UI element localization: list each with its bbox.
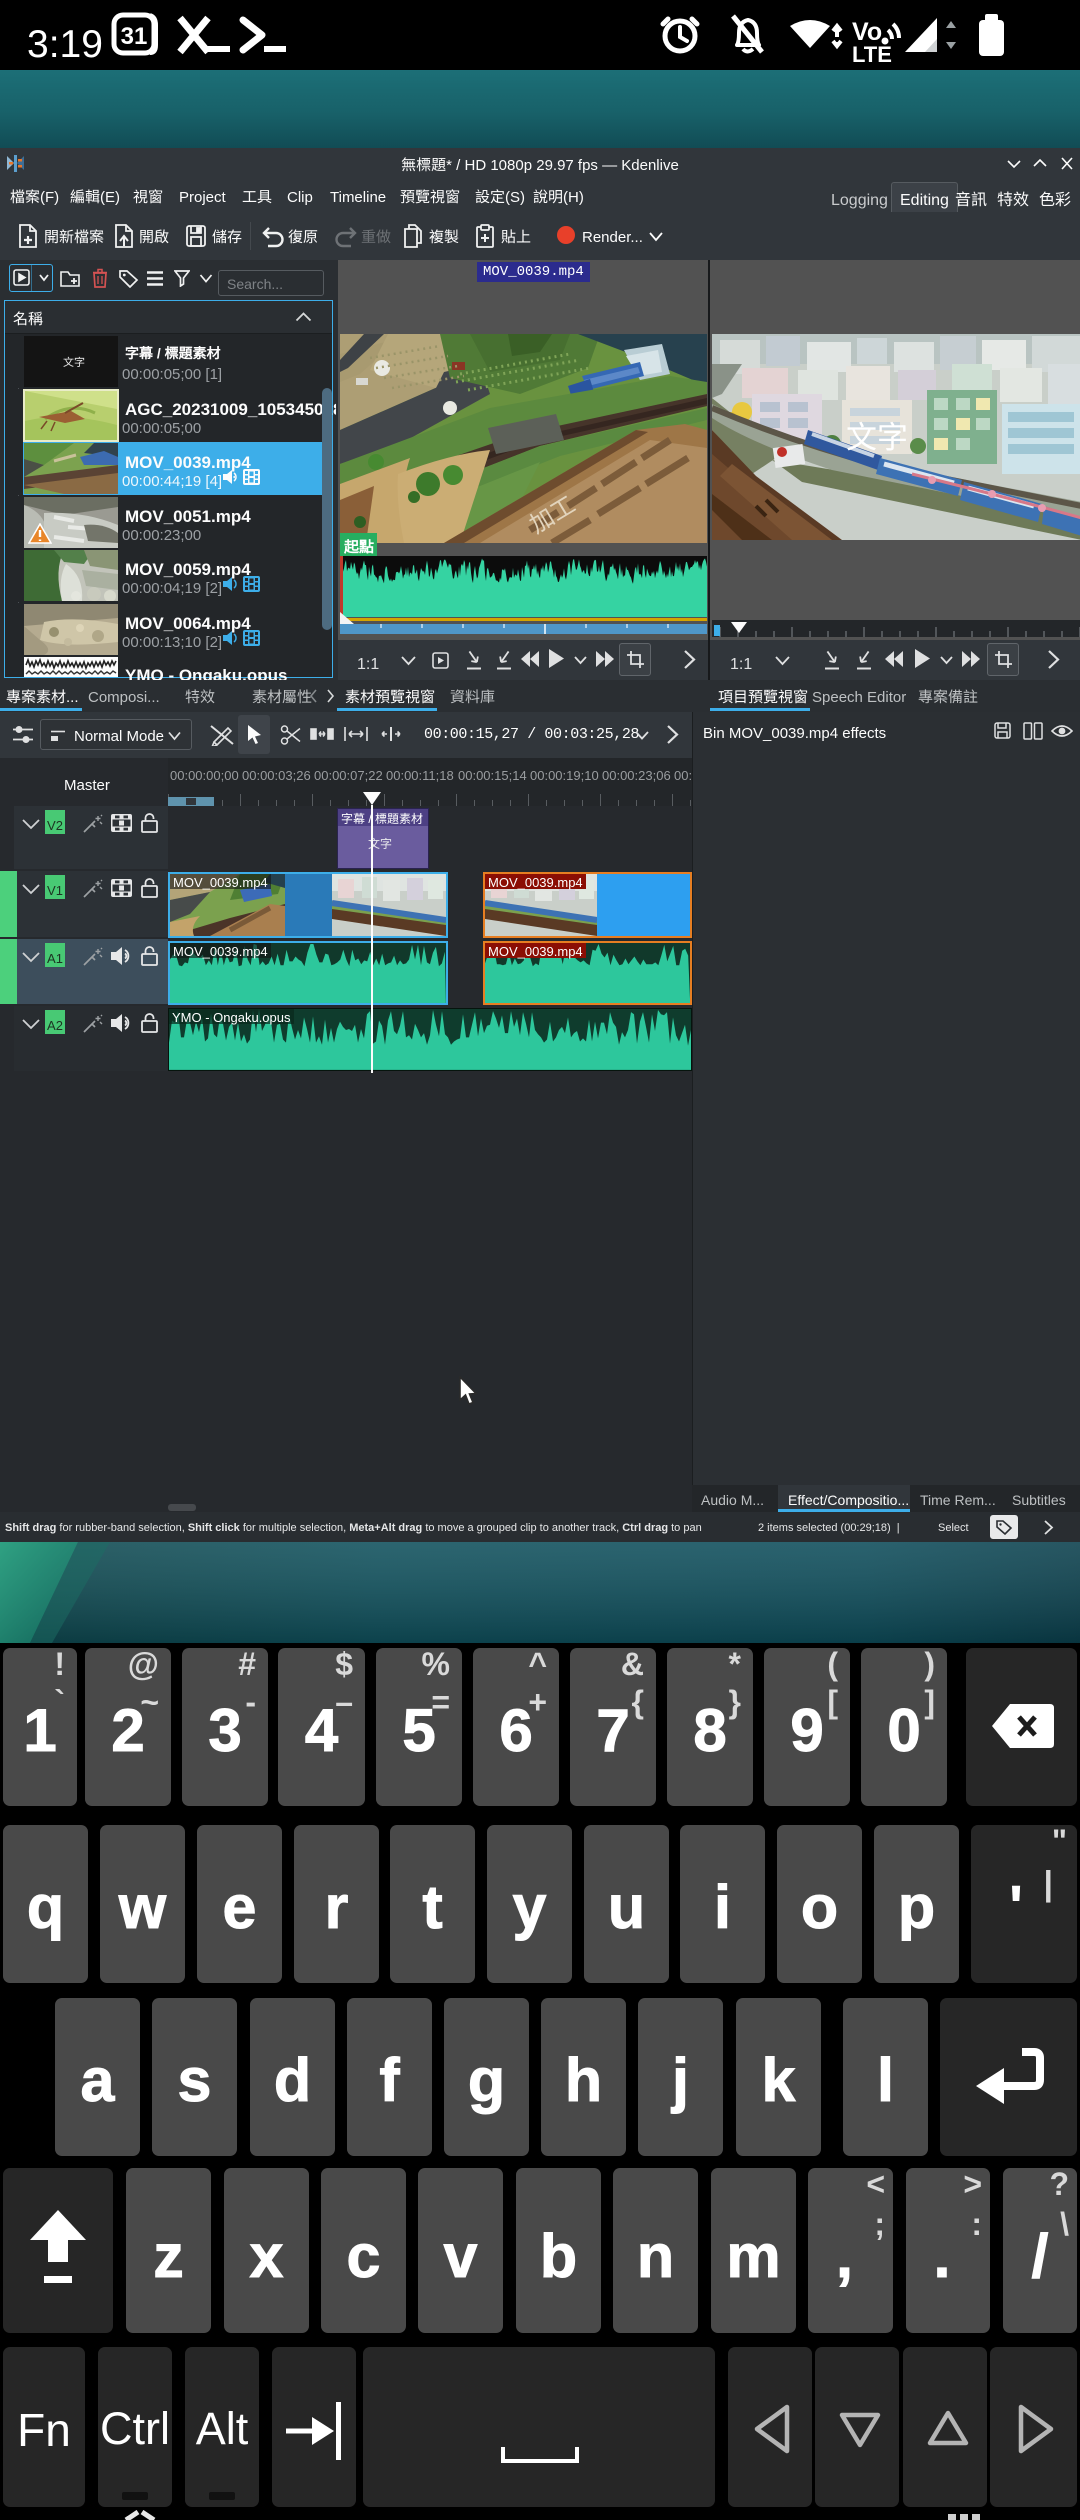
svg-text:00:00:19;10: 00:00:19;10 [530,768,599,783]
svg-text:LTE: LTE [852,42,892,67]
svg-text:00:00:00;00: 00:00:00;00 [170,768,239,783]
svg-text:文字: 文字 [846,412,908,457]
svg-text:00:00:07;22: 00:00:07;22 [314,768,383,783]
svg-text:00:00:11;18: 00:00:11;18 [386,768,454,783]
svg-text:00:00:15;14: 00:00:15;14 [458,768,527,783]
svg-text:00:00:03;26: 00:00:03;26 [242,768,311,783]
svg-text:00:0: 00:0 [674,768,692,783]
svg-text:00:00:23;06: 00:00:23;06 [602,768,671,783]
svg-text:31: 31 [121,23,148,50]
